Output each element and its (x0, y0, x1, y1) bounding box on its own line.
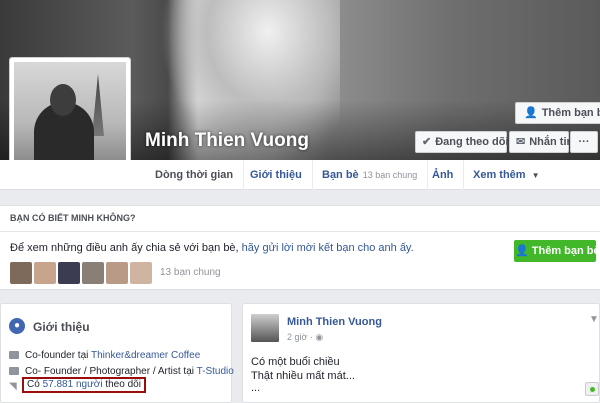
tab-more[interactable]: Xem thêm ▼ (463, 160, 550, 190)
tab-timeline-label: Dòng thời gian (155, 169, 234, 181)
followers-prefix: Có (27, 379, 40, 390)
add-friend-green-button[interactable]: 👤 Thêm bạn bè (514, 240, 600, 262)
followers-count: Có 57.881 người theo dõi (22, 377, 146, 393)
add-friend-button[interactable]: 👤Thêm bạn bè (515, 102, 600, 124)
following-label: Đang theo dõi (435, 136, 509, 148)
rss-icon: ◥ (9, 381, 17, 392)
post-options-icon[interactable]: ▼ (589, 314, 599, 325)
person-add-icon: 👤 (524, 107, 538, 119)
more-options-button[interactable]: ··· (570, 131, 598, 153)
message-button[interactable]: ✉ Nhắn tin (509, 131, 573, 153)
chevron-down-icon: ▼ (531, 171, 540, 180)
tab-friends[interactable]: Bạn bè 13 bạn chung (312, 160, 429, 190)
tab-about-label: Giới thiệu (250, 169, 302, 181)
online-indicator-icon (585, 382, 599, 396)
workplace-link[interactable]: T-Studio (197, 366, 234, 377)
tab-timeline[interactable]: Dòng thời gian (135, 160, 245, 190)
friend-avatar[interactable] (58, 262, 80, 284)
followers-suffix: theo dõi (105, 379, 141, 390)
divider (0, 231, 600, 232)
workplace-link[interactable]: Thinker&dreamer Coffee (91, 350, 200, 361)
profile-nav-bar: Dòng thời gian Giới thiệu Bạn bè 13 bạn c… (0, 160, 600, 190)
followers-link[interactable]: 57.881 người (43, 379, 103, 390)
person-add-icon: 👤 (515, 245, 532, 257)
more-options-label: ··· (578, 136, 590, 148)
globe-icon: ● (9, 318, 25, 334)
briefcase-icon (9, 351, 19, 360)
add-friend-green-label: Thêm bạn bè (531, 245, 600, 257)
post-time-label: 2 giờ · (287, 332, 316, 342)
post-author-avatar[interactable] (251, 314, 279, 342)
post-timestamp[interactable]: 2 giờ · ◉ (287, 332, 323, 343)
post-card: Minh Thien Vuong 2 giờ · ◉ ▼ Có một buổi… (242, 303, 600, 403)
friend-avatar[interactable] (34, 262, 56, 284)
mutual-friends-count: 13 bạn chung (362, 170, 418, 180)
post-line: Có một buổi chiều (251, 356, 340, 368)
eiffel-tower-shape (92, 74, 104, 136)
intro-row-work-2: Co- Founder / Photographer / Artist tại … (9, 366, 234, 377)
intro-row-work: Co-founder tại Thinker&dreamer Coffee (9, 350, 200, 361)
tab-photos-label: Ảnh (432, 169, 454, 181)
following-button[interactable]: ✔Đang theo dõi▼ (415, 131, 519, 153)
suggestion-sentence: Để xem những điều anh ấy chia sẻ với bạn… (10, 242, 239, 254)
friend-avatar[interactable] (130, 262, 152, 284)
check-icon: ✔ (422, 136, 432, 148)
post-author-name[interactable]: Minh Thien Vuong (287, 316, 382, 328)
head-shape (50, 84, 76, 116)
post-line: Thật nhiều mất mát... (251, 370, 355, 382)
post-line: ... (251, 382, 261, 394)
tab-about[interactable]: Giới thiệu (240, 160, 313, 190)
friend-suggestion-text: Để xem những điều anh ấy chia sẻ với bạn… (10, 242, 414, 254)
friend-avatar[interactable] (10, 262, 32, 284)
message-label: Nhắn tin (529, 136, 574, 148)
send-request-link[interactable]: hãy gửi lời mời kết bạn cho anh ấy. (242, 242, 414, 254)
tab-more-label: Xem thêm (473, 169, 526, 181)
briefcase-icon (9, 367, 19, 376)
globe-icon: ◉ (315, 332, 324, 342)
intro-row-prefix: Co- Founder / Photographer / Artist tại (25, 366, 194, 377)
tab-friends-label: Bạn bè (322, 169, 359, 181)
intro-title: Giới thiệu (33, 320, 90, 334)
tab-photos[interactable]: Ảnh (422, 160, 465, 190)
intro-row-prefix: Co-founder tại (25, 350, 89, 361)
message-icon: ✉ (516, 136, 526, 148)
profile-name[interactable]: Minh Thien Vuong (145, 130, 309, 152)
mutual-friends-label[interactable]: 13 bạn chung (160, 267, 221, 278)
friend-avatar[interactable] (82, 262, 104, 284)
friend-avatar[interactable] (106, 262, 128, 284)
add-friend-label: Thêm bạn bè (541, 107, 600, 119)
friend-suggestion-header: BẠN CÓ BIẾT MINH KHÔNG? (10, 213, 136, 223)
